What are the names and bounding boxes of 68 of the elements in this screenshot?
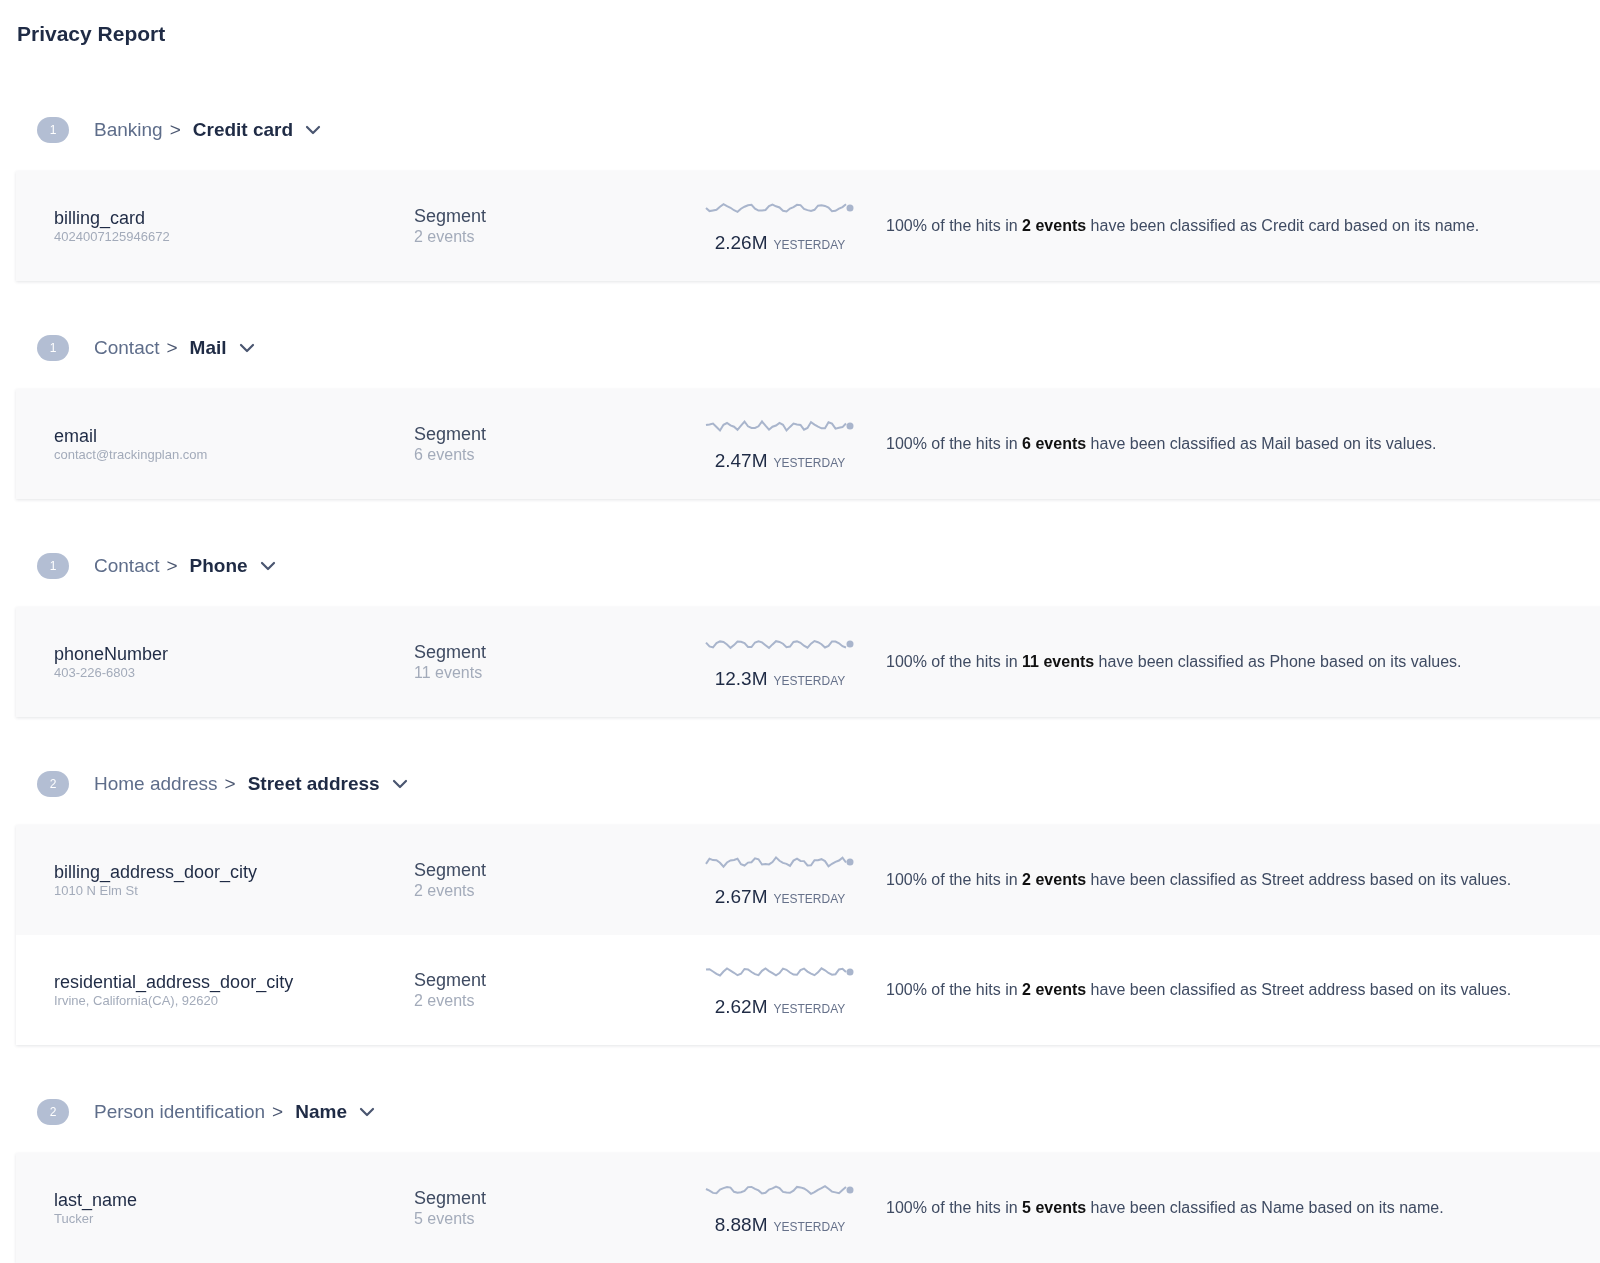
event-count: 2 events xyxy=(414,991,475,1011)
classification-text: 100% of the hits in 2 events have been classified as Street address based on its values. xyxy=(886,871,1512,889)
category-label: Contact xyxy=(94,337,160,359)
source-name: Segment xyxy=(414,969,487,991)
category-label: Person identification xyxy=(94,1101,266,1123)
example-value: contact@trackingplan.com xyxy=(54,447,208,463)
period-label: YESTERDAY xyxy=(773,892,846,906)
field-name: phoneNumber xyxy=(54,643,169,665)
source-name: Segment xyxy=(414,859,487,881)
category-label: Home address xyxy=(94,773,218,795)
subcategory-label: Name xyxy=(295,1101,347,1123)
example-value: 4024007125946672 xyxy=(54,229,170,245)
count-badge: 1 xyxy=(37,553,69,579)
example-value: Irvine, California(CA), 92620 xyxy=(54,993,219,1009)
classification-text: 100% of the hits in 11 events have been classified as Phone based on its values. xyxy=(886,653,1462,671)
page-title: Privacy Report xyxy=(17,21,166,47)
source-name: Segment xyxy=(414,205,487,227)
event-count: 6 events xyxy=(414,445,475,465)
hits-value: 2.67M xyxy=(714,886,768,908)
hits-value: 2.26M xyxy=(714,232,768,254)
breadcrumb-separator: > xyxy=(166,337,178,359)
breadcrumb-separator: > xyxy=(169,119,181,141)
classification-text: 100% of the hits in 2 events have been classified as Street address based on its values. xyxy=(886,981,1512,999)
count-badge: 2 xyxy=(37,771,69,797)
field-name: billing_card xyxy=(54,207,146,229)
chevron-down-icon[interactable] xyxy=(358,1107,375,1117)
hits-value: 2.47M xyxy=(714,450,768,472)
field-name: billing_address_door_city xyxy=(54,861,258,883)
count-badge: 1 xyxy=(37,335,69,361)
event-count: 2 events xyxy=(414,881,475,901)
chevron-down-icon[interactable] xyxy=(305,125,322,135)
event-count: 5 events xyxy=(414,1209,475,1229)
hits-value: 2.62M xyxy=(714,996,768,1018)
subcategory-label: Street address xyxy=(247,773,380,795)
chevron-down-icon[interactable] xyxy=(259,561,276,571)
period-label: YESTERDAY xyxy=(773,456,846,470)
period-label: YESTERDAY xyxy=(773,674,846,688)
hits-value: 12.3M xyxy=(714,668,768,690)
example-value: 1010 N Elm St xyxy=(54,883,138,899)
source-name: Segment xyxy=(414,423,487,445)
period-label: YESTERDAY xyxy=(773,1220,846,1234)
hits-value: 8.88M xyxy=(714,1214,768,1236)
subcategory-label: Mail xyxy=(189,337,227,359)
source-name: Segment xyxy=(414,1187,487,1209)
count-badge: 1 xyxy=(37,117,69,143)
period-label: YESTERDAY xyxy=(773,238,846,252)
classification-text: 100% of the hits in 5 events have been classified as Name based on its name. xyxy=(886,1199,1444,1217)
source-name: Segment xyxy=(414,641,487,663)
breadcrumb-separator: > xyxy=(272,1101,284,1123)
field-name: last_name xyxy=(54,1189,138,1211)
event-count: 2 events xyxy=(414,227,475,247)
chevron-down-icon[interactable] xyxy=(238,343,255,353)
subcategory-label: Credit card xyxy=(192,119,294,141)
chevron-down-icon[interactable] xyxy=(391,779,408,789)
field-name: email xyxy=(54,425,97,447)
count-badge: 2 xyxy=(37,1099,69,1125)
breadcrumb-separator: > xyxy=(166,555,178,577)
classification-text: 100% of the hits in 2 events have been classified as Credit card based on its name. xyxy=(886,217,1480,235)
subcategory-label: Phone xyxy=(189,555,248,577)
category-label: Banking xyxy=(94,119,163,141)
period-label: YESTERDAY xyxy=(773,1002,846,1016)
breadcrumb-separator: > xyxy=(224,773,236,795)
classification-text: 100% of the hits in 6 events have been classified as Mail based on its values. xyxy=(886,435,1437,453)
event-count: 11 events xyxy=(414,663,483,683)
category-label: Contact xyxy=(94,555,160,577)
example-value: 403-226-6803 xyxy=(54,665,135,681)
example-value: Tucker xyxy=(54,1211,94,1227)
field-name: residential_address_door_city xyxy=(54,971,294,993)
